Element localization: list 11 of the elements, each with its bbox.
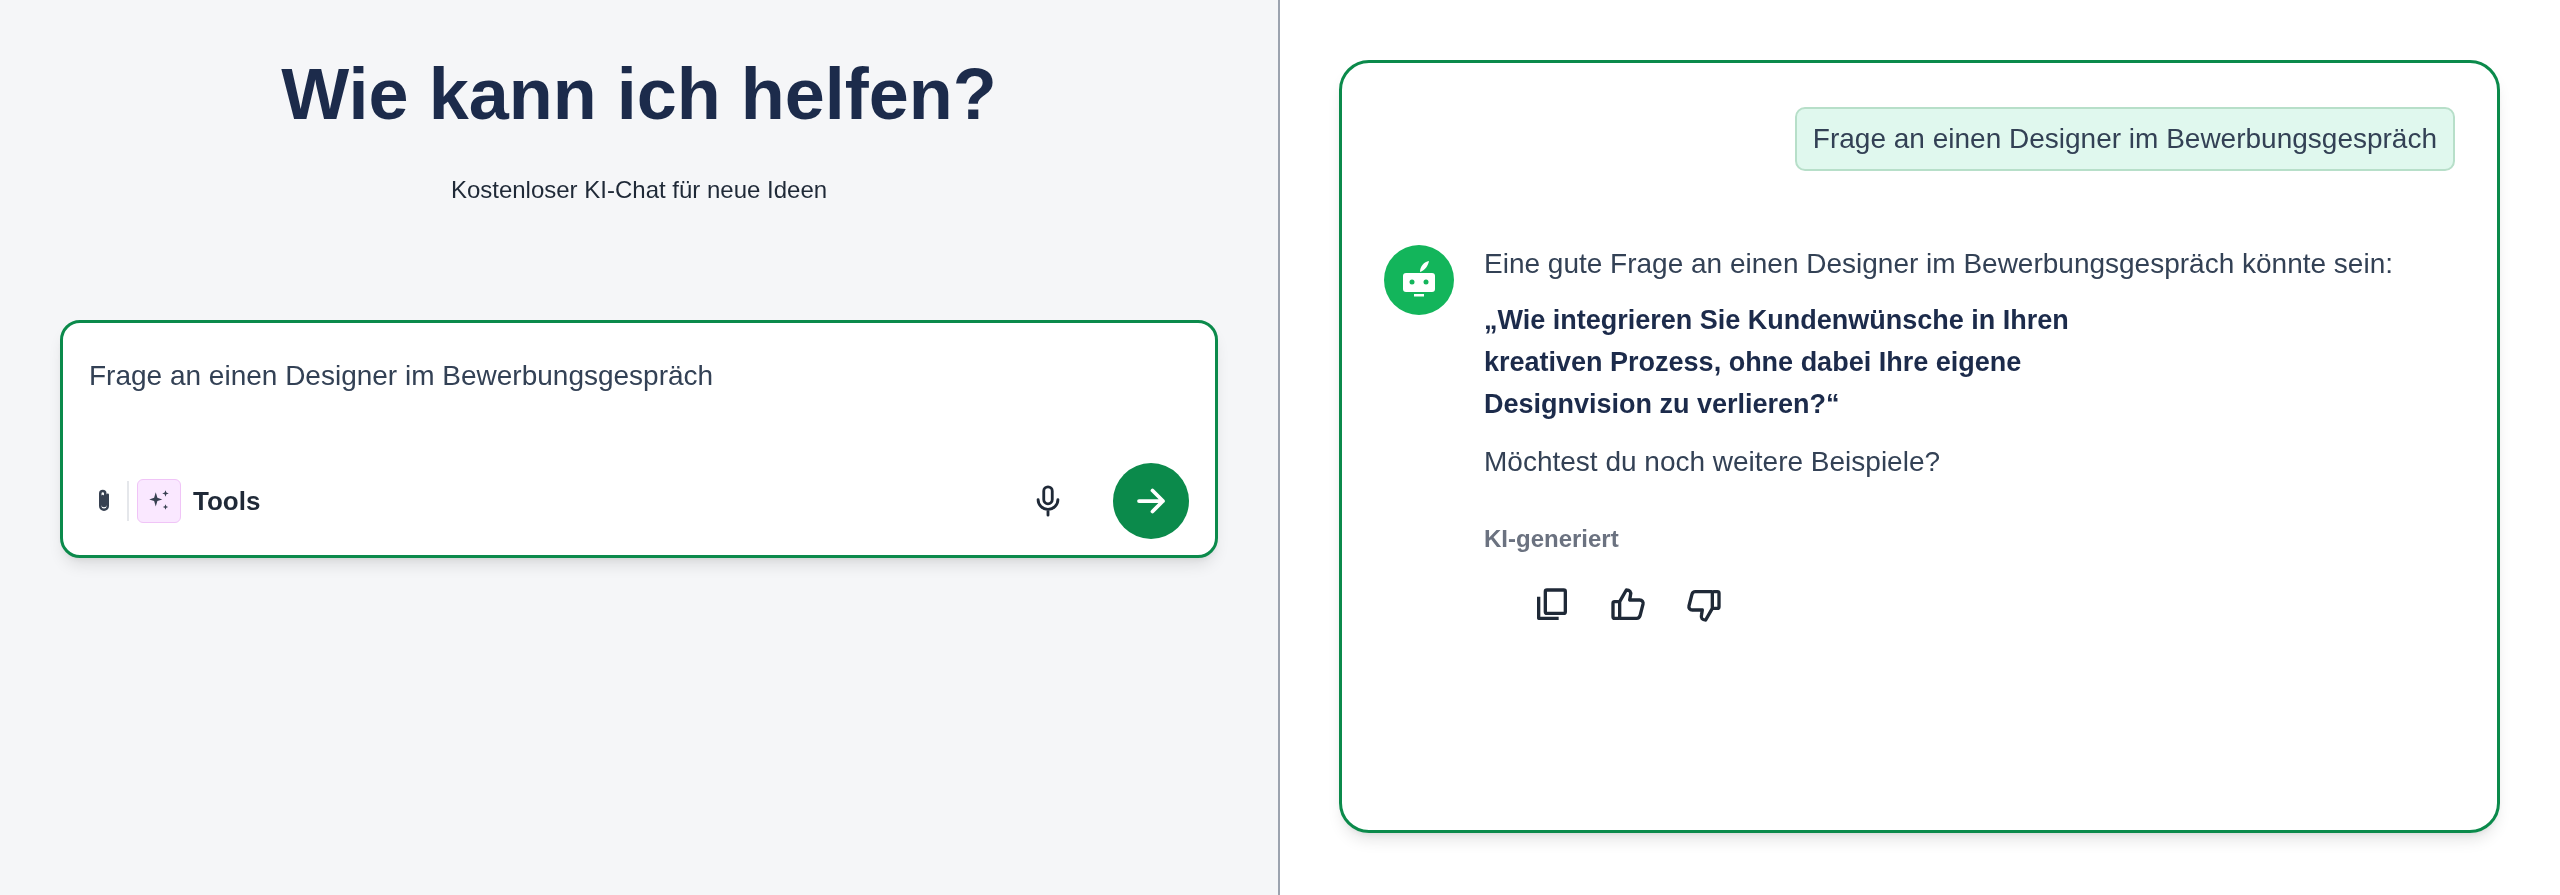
subtitle: Kostenloser KI-Chat für neue Ideen: [450, 175, 828, 205]
message-input[interactable]: Frage an einen Designer im Bewerbungsgespräch: [89, 355, 1189, 397]
reply-quote: „Wie integrieren Sie Kundenwünsche in Ihren kreativen Prozess, ohne dabei Ihre eigene Designvision zu verlieren?“: [1484, 304, 2070, 421]
robot-avatar-icon: [1384, 245, 1454, 315]
reply-intro: Eine gute Frage an einen Designer im Bewerbungsgespräch könnte sein:: [1484, 247, 2394, 281]
reply-follow-up: Möchtest du noch weitere Beispiele?: [1484, 445, 1942, 479]
sparkles-icon: [137, 479, 181, 523]
heading: Wie kann ich helfen?: [281, 58, 997, 130]
user-message: Frage an einen Designer im Bewerbungsgespräch: [1794, 107, 2455, 171]
ai-generated-label: KI-generiert: [1484, 524, 1619, 554]
tools-button[interactable]: Tools: [137, 479, 261, 523]
